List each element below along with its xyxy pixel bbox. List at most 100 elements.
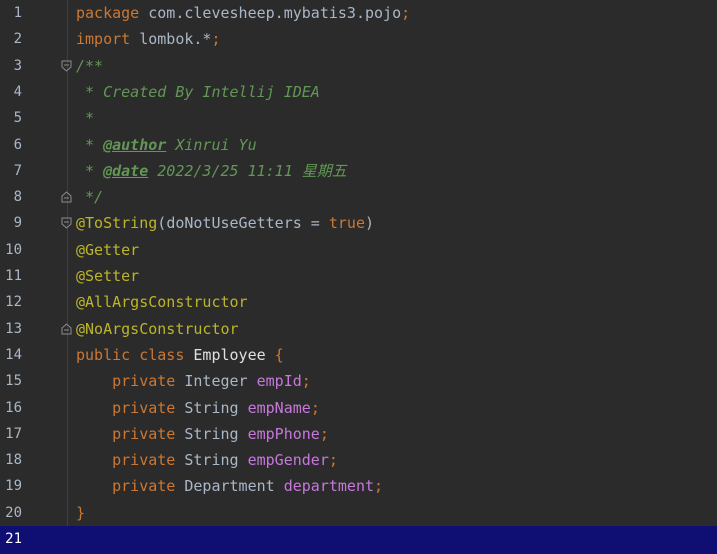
code-token: true bbox=[328, 214, 365, 232]
fold-end-icon[interactable] bbox=[61, 191, 72, 203]
code-token: ; bbox=[401, 4, 411, 22]
code-token: /** bbox=[76, 57, 104, 75]
line-number: 21 bbox=[5, 531, 22, 547]
code-text: package com.clevesheep.mybatis3.pojo; bbox=[76, 0, 410, 26]
code-text: @Setter bbox=[76, 263, 139, 289]
line-number: 11 bbox=[5, 268, 22, 284]
code-token: 2022/3/25 11:11 星期五 bbox=[148, 162, 347, 180]
code-line[interactable]: 18 private String empGender; bbox=[0, 447, 717, 473]
code-token: @NoArgsConstructor bbox=[76, 320, 239, 338]
code-line[interactable]: 4 * Created By Intellij IDEA bbox=[0, 79, 717, 105]
code-token: String bbox=[184, 399, 248, 417]
line-number: 19 bbox=[5, 478, 22, 494]
code-token: ; bbox=[328, 451, 338, 469]
code-line[interactable]: 2 import lombok.*; bbox=[0, 26, 717, 52]
code-text: public class Employee { bbox=[76, 342, 284, 368]
code-token: public class bbox=[76, 346, 194, 364]
code-text: */ bbox=[76, 184, 103, 210]
code-line[interactable]: 5 * bbox=[0, 105, 717, 131]
line-number: 7 bbox=[13, 163, 22, 179]
code-token: empGender bbox=[247, 451, 329, 469]
code-token: com.clevesheep.mybatis3.pojo bbox=[139, 4, 402, 22]
code-token: doNotUseGetters = bbox=[166, 214, 329, 232]
code-line[interactable]: 14 public class Employee { bbox=[0, 342, 717, 368]
code-token: @ToString bbox=[76, 214, 158, 232]
code-line[interactable]: 19 private Department department; bbox=[0, 473, 717, 499]
code-token: import bbox=[76, 30, 131, 48]
fold-end-icon[interactable] bbox=[61, 323, 72, 335]
code-token: Xinrui Yu bbox=[166, 136, 257, 154]
code-editor[interactable]: 1 package com.clevesheep.mybatis3.pojo; 2 i… bbox=[0, 0, 717, 554]
code-text: * Created By Intellij IDEA bbox=[76, 79, 320, 105]
code-token: ( bbox=[157, 214, 167, 232]
code-token: private bbox=[76, 425, 185, 443]
code-token: ; bbox=[374, 477, 384, 495]
code-token: ; bbox=[319, 425, 329, 443]
line-number: 9 bbox=[13, 215, 22, 231]
code-token: ; bbox=[211, 30, 221, 48]
code-text: @ToString(doNotUseGetters = true) bbox=[76, 210, 374, 236]
code-token: @AllArgsConstructor bbox=[76, 293, 248, 311]
line-number: 1 bbox=[13, 5, 22, 21]
code-token: @author bbox=[103, 136, 167, 154]
line-number: 3 bbox=[13, 58, 22, 74]
code-token: @Setter bbox=[76, 267, 140, 285]
code-token: @date bbox=[103, 162, 149, 180]
code-token: package bbox=[76, 4, 140, 22]
code-line[interactable]: 7 * @date 2022/3/25 11:11 星期五 bbox=[0, 158, 717, 184]
line-number: 17 bbox=[5, 426, 22, 442]
code-token: String bbox=[184, 451, 248, 469]
code-token: department bbox=[283, 477, 375, 495]
code-token: empPhone bbox=[247, 425, 320, 443]
code-line[interactable]: 20} bbox=[0, 500, 717, 526]
code-text: @Getter bbox=[76, 237, 139, 263]
line-number: 16 bbox=[5, 400, 22, 416]
code-token: { bbox=[265, 346, 284, 364]
code-text: private String empName; bbox=[76, 395, 320, 421]
code-line[interactable]: 13 @NoArgsConstructor bbox=[0, 316, 717, 342]
line-number: 13 bbox=[5, 321, 22, 337]
code-token: lombok.* bbox=[130, 30, 212, 48]
code-token: */ bbox=[76, 188, 104, 206]
code-token: * bbox=[76, 162, 104, 180]
code-line[interactable]: 17 private String empPhone; bbox=[0, 421, 717, 447]
code-line[interactable]: 9 @ToString(doNotUseGetters = true) bbox=[0, 210, 717, 236]
code-line[interactable]: 12 @AllArgsConstructor bbox=[0, 289, 717, 315]
code-text: private String empGender; bbox=[76, 447, 338, 473]
code-text: * bbox=[76, 105, 94, 131]
code-token: ) bbox=[365, 214, 375, 232]
code-line[interactable]: 15 private Integer empId; bbox=[0, 368, 717, 394]
code-token: private bbox=[76, 399, 185, 417]
code-line[interactable]: 3 /** bbox=[0, 53, 717, 79]
line-number: 8 bbox=[13, 189, 22, 205]
code-line[interactable]: 6 * @author Xinrui Yu bbox=[0, 132, 717, 158]
code-line[interactable]: 16 private String empName; bbox=[0, 395, 717, 421]
code-text: * @author Xinrui Yu bbox=[76, 132, 257, 158]
line-number: 6 bbox=[13, 137, 22, 153]
code-token: private bbox=[76, 372, 185, 390]
line-number: 10 bbox=[5, 242, 22, 258]
line-number: 15 bbox=[5, 373, 22, 389]
code-token: * Created By Intellij IDEA bbox=[76, 83, 320, 101]
code-line-current[interactable]: 21 bbox=[0, 526, 717, 554]
code-line[interactable]: 11 @Setter bbox=[0, 263, 717, 289]
code-line[interactable]: 8 */ bbox=[0, 184, 717, 210]
code-text: @AllArgsConstructor bbox=[76, 289, 248, 315]
code-line[interactable]: 1 package com.clevesheep.mybatis3.pojo; bbox=[0, 0, 717, 26]
code-token: empName bbox=[247, 399, 311, 417]
code-token: } bbox=[76, 504, 86, 522]
code-token: String bbox=[184, 425, 248, 443]
code-token: private bbox=[76, 451, 185, 469]
code-token: Department bbox=[184, 477, 284, 495]
fold-collapse-icon[interactable] bbox=[61, 217, 72, 229]
code-token: @Getter bbox=[76, 241, 140, 259]
line-number: 20 bbox=[5, 505, 22, 521]
code-text: } bbox=[76, 500, 85, 526]
line-number: 12 bbox=[5, 294, 22, 310]
code-text: private String empPhone; bbox=[76, 421, 329, 447]
line-number: 18 bbox=[5, 452, 22, 468]
code-line[interactable]: 10 @Getter bbox=[0, 237, 717, 263]
fold-collapse-icon[interactable] bbox=[61, 60, 72, 72]
line-number: 5 bbox=[13, 110, 22, 126]
line-number: 4 bbox=[13, 84, 22, 100]
